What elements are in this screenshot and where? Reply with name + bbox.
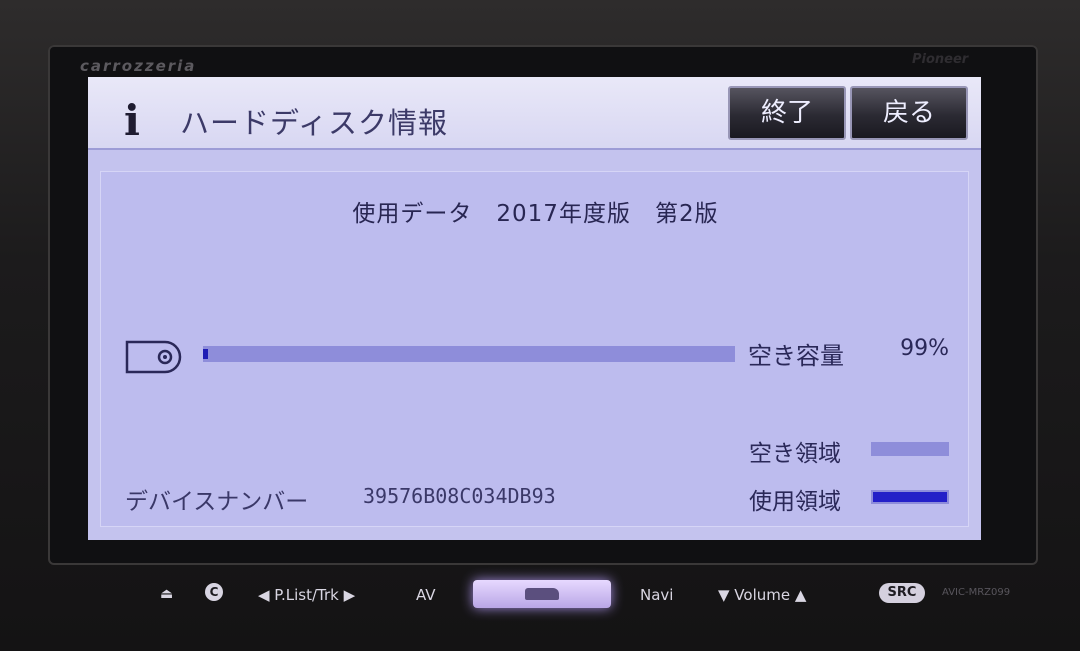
capacity-bar	[203, 346, 735, 362]
av-button[interactable]: AV	[416, 586, 436, 604]
model-label: AVIC-MRZ099	[942, 587, 1011, 598]
legend-free-label: 空き領域	[749, 441, 841, 467]
src-button[interactable]: SRC	[879, 583, 925, 603]
legend-used-swatch	[871, 490, 949, 504]
hard-disk-icon	[125, 340, 182, 374]
used-capacity-segment	[203, 349, 209, 359]
volume-button[interactable]: ▼ Volume ▲	[718, 586, 806, 604]
brand-logo-right: Pioneer	[912, 52, 969, 67]
display-screen: i ハードディスク情報 終了 戻る 使用データ 2017年度版 第2版 空き容量…	[88, 77, 981, 540]
end-button[interactable]: 終了	[728, 86, 846, 140]
plist-track-button[interactable]: ◀ P.List/Trk ▶	[258, 586, 355, 604]
legend-used-label: 使用領域	[749, 489, 841, 515]
home-car-button[interactable]	[473, 580, 611, 608]
c-button[interactable]: C	[205, 583, 223, 601]
legend-free-swatch	[871, 442, 949, 456]
title-bar: i ハードディスク情報 終了 戻る	[88, 77, 981, 150]
free-capacity-label: 空き容量	[748, 342, 844, 370]
device-number-label: デバイスナンバー	[125, 489, 309, 515]
disk-info-panel: 使用データ 2017年度版 第2版 空き容量 99% 空き領域 使用領域 デバイ…	[100, 171, 969, 527]
navi-button[interactable]: Navi	[640, 586, 673, 604]
page-title: ハードディスク情報	[180, 106, 448, 140]
back-button[interactable]: 戻る	[850, 86, 968, 140]
free-capacity-value: 99%	[900, 336, 949, 361]
brand-logo: carrozzeria	[80, 57, 197, 75]
eject-button[interactable]: ⏏	[160, 586, 173, 602]
car-icon	[525, 588, 559, 600]
data-version-text: 使用データ 2017年度版 第2版	[352, 201, 719, 227]
device-number-value: 39576B08C034DB93	[363, 484, 556, 508]
info-icon: i	[124, 96, 140, 145]
